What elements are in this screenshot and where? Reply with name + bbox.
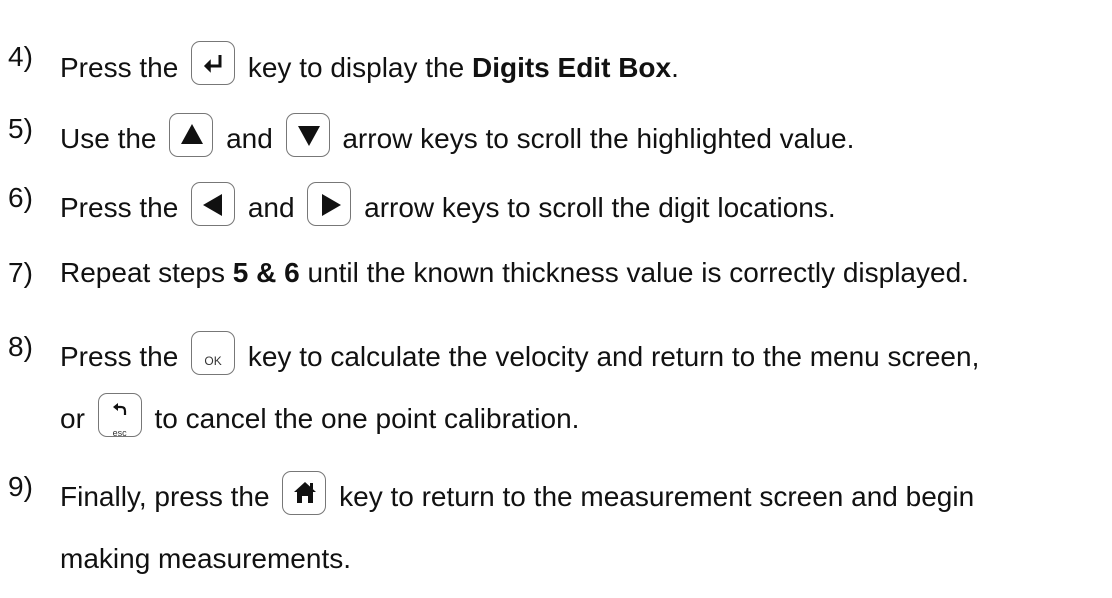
right-arrow-icon	[322, 194, 342, 216]
step-text: to cancel the one point calibration.	[154, 403, 580, 434]
down-arrow-icon	[297, 126, 320, 146]
step-text: key to calculate the velocity and return…	[247, 341, 980, 372]
step-text: .	[671, 52, 679, 83]
step-bold-text: Digits Edit Box	[471, 52, 672, 83]
up-arrow-icon	[181, 124, 204, 144]
step-text: or	[60, 403, 85, 434]
down-arrow-key	[285, 113, 330, 157]
step-number: 7)	[8, 257, 33, 288]
step-number: 4)	[8, 41, 33, 72]
step-number: 6)	[8, 182, 33, 213]
esc-key: esc	[97, 393, 142, 438]
step-text: Press the	[60, 52, 179, 83]
right-arrow-key	[307, 182, 352, 226]
home-icon	[294, 482, 317, 503]
esc-key-label: esc	[112, 428, 127, 438]
ok-key: OK	[191, 331, 236, 375]
up-arrow-key	[169, 113, 214, 157]
step-text: key to display the	[247, 52, 465, 83]
step-text: Press the	[60, 192, 179, 223]
step-text: until the known thickness value is corre…	[307, 257, 969, 288]
step-bold-text: 5 & 6	[232, 257, 300, 288]
home-key	[282, 471, 327, 515]
step-number: 8)	[8, 331, 33, 362]
step-text: making measurements.	[60, 543, 352, 574]
step-text: arrow keys to scroll the digit locations…	[364, 192, 836, 223]
step-text: Finally, press the	[60, 481, 270, 512]
left-arrow-key	[191, 182, 236, 226]
step-number: 9)	[8, 471, 33, 502]
left-arrow-icon	[203, 194, 223, 216]
step-text: arrow keys to scroll the highlighted val…	[342, 123, 855, 154]
step-text: Use the	[60, 123, 157, 154]
step-text: Press the	[60, 341, 179, 372]
enter-icon	[204, 55, 222, 73]
step-text: and	[247, 192, 295, 223]
enter-key	[191, 41, 236, 85]
step-text: Repeat steps	[60, 257, 225, 288]
step-number: 5)	[8, 113, 33, 144]
step-text: key to return to the measurement screen …	[339, 481, 975, 512]
step-text: and	[226, 123, 273, 154]
ok-key-label: OK	[204, 354, 222, 368]
